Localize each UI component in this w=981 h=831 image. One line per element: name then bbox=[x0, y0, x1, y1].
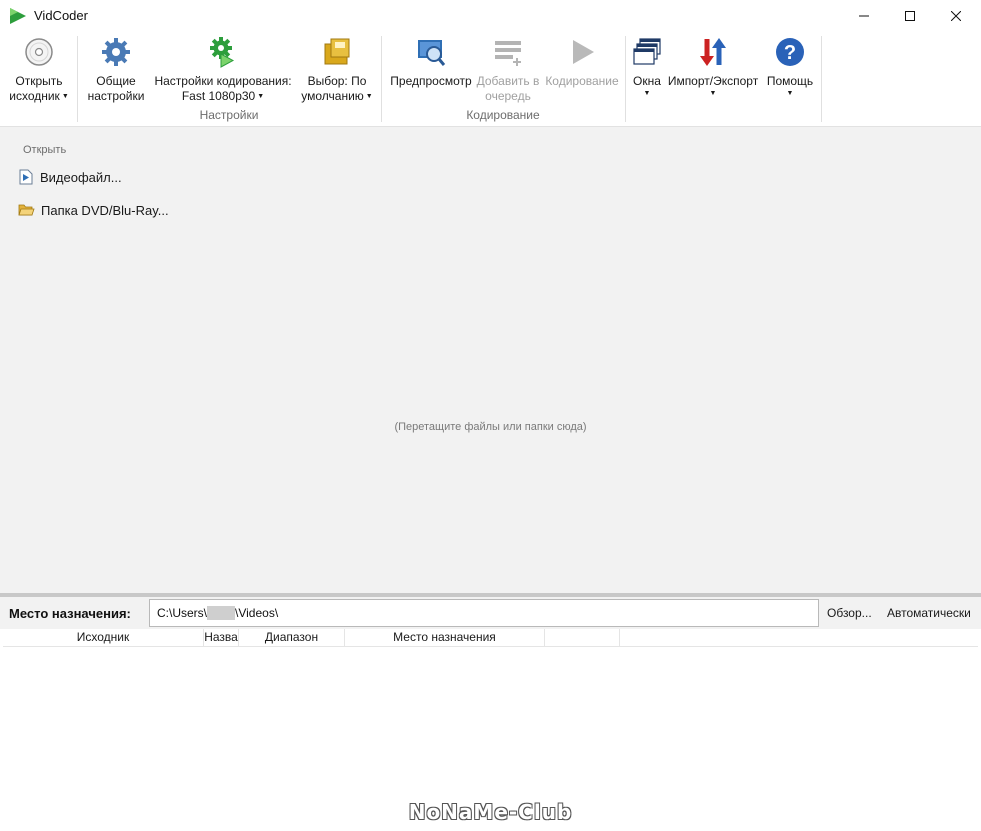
close-icon bbox=[951, 11, 961, 21]
help-button[interactable]: ? Помощь ▼ bbox=[764, 36, 816, 99]
preview-label: Предпросмотр bbox=[390, 74, 472, 88]
column-header-extra[interactable] bbox=[545, 629, 620, 647]
dropdown-caret-icon: ▼ bbox=[709, 90, 717, 97]
drop-hint-text: (Перетащите файлы или папки сюда) bbox=[394, 421, 587, 433]
group-label-settings: Настройки bbox=[199, 108, 259, 122]
auto-button[interactable]: Автоматически bbox=[887, 606, 971, 620]
encoding-settings-label-1: Настройки кодирования: bbox=[154, 74, 292, 88]
dropdown-caret-icon: ▼ bbox=[643, 90, 651, 97]
play-icon bbox=[573, 40, 594, 64]
column-header-name[interactable]: Назва bbox=[204, 629, 239, 647]
watermark-logo: NoNaMe-Club bbox=[408, 800, 573, 824]
video-file-label: Видеофайл... bbox=[40, 169, 122, 185]
open-section-header: Открыть bbox=[23, 144, 67, 156]
general-settings-label-1: Общие bbox=[96, 74, 136, 88]
maximize-button[interactable] bbox=[887, 0, 933, 32]
gear-icon bbox=[102, 38, 130, 66]
dropdown-caret-icon: ▼ bbox=[786, 90, 794, 97]
column-header-range[interactable]: Диапазон bbox=[239, 629, 345, 647]
column-header-destination[interactable]: Место назначения bbox=[345, 629, 545, 647]
svg-text:?: ? bbox=[784, 42, 796, 64]
general-settings-button[interactable]: Общие настройки bbox=[84, 36, 148, 104]
open-dvd-folder-link[interactable]: Папка DVD/Blu-Ray... bbox=[18, 200, 169, 220]
import-export-arrows-icon bbox=[700, 38, 726, 66]
windows-stack-icon bbox=[633, 38, 661, 65]
ribbon-toolbar: Открыть исходник ▼ Общие настройки Настр… bbox=[0, 32, 981, 127]
vidcoder-logo-icon bbox=[10, 8, 26, 24]
open-source-label-2: исходник bbox=[9, 89, 60, 103]
help-label: Помощь bbox=[766, 74, 814, 88]
dropdown-caret-icon: ▼ bbox=[257, 93, 265, 101]
preview-magnifier-icon bbox=[418, 40, 446, 66]
encoding-gear-icon bbox=[210, 37, 235, 68]
group-label-encoding: Кодирование bbox=[466, 108, 540, 122]
queue-list-icon bbox=[495, 41, 521, 66]
preview-button[interactable]: Предпросмотр bbox=[388, 36, 474, 89]
add-to-queue-label-1: Добавить в bbox=[476, 74, 540, 88]
add-to-queue-label-2: очередь bbox=[485, 89, 531, 103]
open-video-file-link[interactable]: Видеофайл... bbox=[18, 167, 122, 187]
queue-header-row: Исходник Назва Диапазон Место назначения bbox=[3, 629, 978, 647]
pick-label-1: Выбор: По bbox=[307, 74, 367, 88]
folder-tag-icon bbox=[324, 38, 350, 65]
add-to-queue-button[interactable]: Добавить в очередь bbox=[476, 36, 540, 104]
close-button[interactable] bbox=[933, 0, 979, 32]
ribbon-separator bbox=[625, 36, 626, 122]
import-export-label: Импорт/Экспорт bbox=[667, 74, 759, 88]
general-settings-label-2: настройки bbox=[87, 89, 145, 103]
disc-icon bbox=[25, 38, 53, 66]
destination-path-field[interactable]: C:\Users\ \Videos\ bbox=[149, 599, 819, 627]
source-drop-area[interactable]: Открыть Видеофайл... Папка DVD/Blu-Ray..… bbox=[0, 127, 981, 593]
column-header-source[interactable]: Исходник bbox=[3, 629, 204, 647]
minimize-icon bbox=[859, 15, 869, 17]
ribbon-separator bbox=[821, 36, 822, 122]
destination-bar: Место назначения: C:\Users\ \Videos\ Обзо… bbox=[0, 597, 981, 629]
maximize-icon bbox=[905, 11, 915, 21]
dropdown-caret-icon: ▼ bbox=[365, 93, 373, 101]
help-question-icon: ? bbox=[776, 38, 804, 66]
dropdown-caret-icon: ▼ bbox=[61, 93, 69, 101]
windows-label: Окна bbox=[633, 74, 661, 88]
open-source-label-1: Открыть bbox=[15, 74, 63, 88]
minimize-button[interactable] bbox=[841, 0, 887, 32]
pick-label-2: умолчанию bbox=[301, 89, 364, 103]
destination-label: Место назначения: bbox=[9, 606, 131, 621]
dvd-folder-label: Папка DVD/Blu-Ray... bbox=[41, 202, 169, 218]
encode-label: Кодирование bbox=[545, 74, 619, 88]
redacted-username bbox=[207, 606, 236, 620]
pick-preset-button[interactable]: Выбор: По умолчанию ▼ bbox=[298, 36, 376, 104]
import-export-button[interactable]: Импорт/Экспорт ▼ bbox=[664, 36, 762, 99]
open-source-button[interactable]: Открыть исходник ▼ bbox=[8, 36, 70, 104]
browse-button[interactable]: Обзор... bbox=[827, 606, 872, 620]
destination-path-suffix: \Videos\ bbox=[235, 606, 279, 620]
video-file-icon bbox=[19, 169, 33, 185]
window-title: VidCoder bbox=[34, 8, 88, 23]
encoding-settings-button[interactable]: Настройки кодирования: Fast 1080p30 ▼ bbox=[152, 36, 294, 104]
open-folder-icon bbox=[18, 204, 35, 216]
destination-path-prefix: C:\Users\ bbox=[157, 606, 208, 620]
windows-button[interactable]: Окна ▼ bbox=[630, 36, 664, 99]
encode-button[interactable]: Кодирование bbox=[544, 36, 620, 89]
title-bar: VidCoder bbox=[0, 0, 981, 32]
encoding-settings-label-2: Fast 1080p30 bbox=[181, 89, 256, 103]
